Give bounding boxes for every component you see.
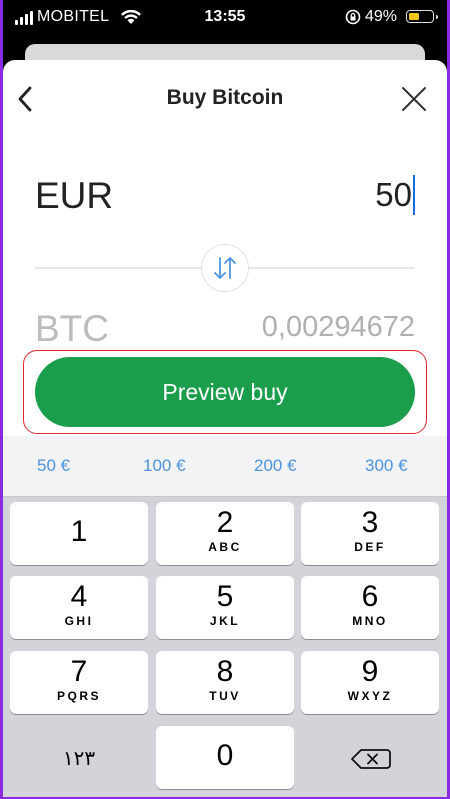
quick-amount-100[interactable]: 100 € bbox=[143, 456, 186, 476]
preview-buy-label: Preview buy bbox=[162, 378, 288, 405]
page-title: Buy Bitcoin bbox=[166, 86, 284, 109]
quick-amount-300[interactable]: 300 € bbox=[365, 456, 408, 476]
key-6[interactable]: 6 MNO bbox=[301, 576, 439, 639]
key-4[interactable]: 4 GHI bbox=[10, 576, 148, 639]
key-3[interactable]: 3 DEF bbox=[301, 502, 439, 565]
quick-amount-bar: 50 € 100 € 200 € 300 € bbox=[3, 436, 447, 497]
fiat-amount-value: 50 bbox=[375, 176, 412, 213]
crypto-currency-code[interactable]: BTC bbox=[35, 308, 109, 350]
status-bar: MOBITEL 13:55 49% bbox=[3, 0, 447, 36]
key-8[interactable]: 8 TUV bbox=[156, 651, 294, 714]
fiat-currency-code[interactable]: EUR bbox=[35, 175, 113, 217]
key-1[interactable]: 1 bbox=[10, 502, 148, 565]
nav-bar: Buy Bitcoin bbox=[3, 60, 447, 140]
swap-currency-button[interactable] bbox=[201, 244, 249, 292]
quick-amount-50[interactable]: 50 € bbox=[37, 456, 70, 476]
key-5[interactable]: 5 JKL bbox=[156, 576, 294, 639]
numeral-switch-label: ١٢٣ bbox=[62, 748, 96, 770]
key-7[interactable]: 7 PQRS bbox=[10, 651, 148, 714]
delete-key[interactable] bbox=[301, 726, 439, 789]
swap-arrows-icon bbox=[214, 257, 236, 279]
key-0[interactable]: 0 bbox=[156, 726, 294, 789]
quick-amount-200[interactable]: 200 € bbox=[254, 456, 297, 476]
text-caret bbox=[413, 175, 415, 215]
phone-screen: MOBITEL 13:55 49% Buy Bitcoin EUR 50 BTC… bbox=[3, 0, 447, 797]
backspace-icon bbox=[351, 749, 391, 769]
key-2[interactable]: 2 ABC bbox=[156, 502, 294, 565]
battery-percent: 49% bbox=[365, 8, 398, 25]
fiat-amount-input[interactable]: 50 bbox=[375, 175, 415, 215]
numeral-switch-key[interactable]: ١٢٣ bbox=[10, 726, 148, 789]
close-button[interactable] bbox=[397, 82, 431, 116]
battery-level bbox=[408, 12, 420, 20]
preview-buy-button[interactable]: Preview buy bbox=[35, 357, 415, 427]
crypto-amount[interactable]: 0,00294672 bbox=[262, 311, 415, 344]
numeric-keyboard: 50 € 100 € 200 € 300 € 1 2 ABC 3 DEF 4 G… bbox=[3, 436, 447, 797]
key-9[interactable]: 9 WXYZ bbox=[301, 651, 439, 714]
battery-icon bbox=[406, 10, 438, 23]
orientation-lock-icon bbox=[345, 9, 361, 25]
close-icon bbox=[402, 87, 426, 111]
